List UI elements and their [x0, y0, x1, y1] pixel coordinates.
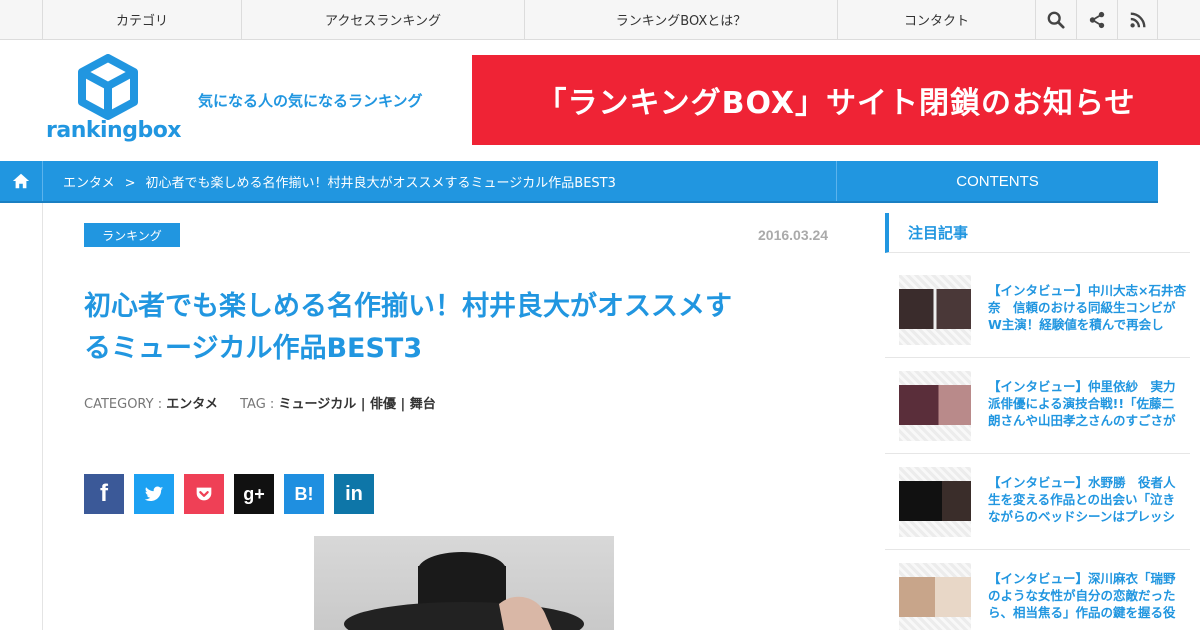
- article-thumbnail: [899, 467, 971, 537]
- article-date: 2016.03.24: [758, 227, 829, 243]
- article-thumbnail: [899, 275, 971, 345]
- sidebar-article-title: 【インタビュー】水野勝 役者人生を変える作品との出会い「泣きながらのベッドシーン…: [988, 475, 1176, 524]
- share-icon: [1089, 11, 1105, 28]
- sidebar-heading: 注目記事: [885, 213, 1190, 253]
- home-icon: [12, 173, 30, 189]
- article-photo: [314, 536, 614, 630]
- sidebar-article[interactable]: 【インタビュー】深川麻衣「瑞野のような女性が自分の恋敵だったら、相当焦る」作品の…: [885, 550, 1190, 630]
- rss-icon: [1129, 12, 1145, 28]
- rss-button[interactable]: [1117, 0, 1158, 39]
- sidebar-article[interactable]: 【インタビュー】中川大志×石井杏奈 信頼のおける同級生コンビがW主演！経験値を積…: [885, 262, 1190, 358]
- linkedin-icon: in: [345, 482, 363, 505]
- nav-item-label: ランキングBOXとは？: [615, 14, 747, 29]
- article-title: 初心者でも楽しめる名作揃い！村井良大がオススメす るミュージカル作品BEST3: [84, 286, 834, 370]
- sidebar-heading-label: 注目記事: [908, 224, 969, 242]
- sidebar-article[interactable]: 【インタビュー】水野勝 役者人生を変える作品との出会い「泣きながらのベッドシーン…: [885, 454, 1190, 550]
- category-label: CATEGORY :: [84, 397, 163, 412]
- breadcrumb-trail: エンタメ > 初心者でも楽しめる名作揃い！村井良大がオススメするミュージカル作品BE…: [63, 172, 616, 191]
- nav-item-label: コンタクト: [903, 14, 969, 29]
- nav-item-access-ranking[interactable]: アクセスランキング: [241, 0, 524, 39]
- article-thumbnail: [899, 371, 971, 441]
- sidebar-article[interactable]: 【インタビュー】仲里依紗 実力派俳優による演技合戦!!「佐藤二朗さんや山田孝之さ…: [885, 358, 1190, 454]
- tag-label: TAG :: [240, 397, 275, 412]
- share-button[interactable]: [1076, 0, 1117, 39]
- pocket-share-button[interactable]: [184, 474, 224, 514]
- contents-tab-label: CONTENTS: [956, 172, 1039, 190]
- category-link[interactable]: エンタメ: [166, 397, 218, 412]
- sidebar-article-title: 【インタビュー】中川大志×石井杏奈 信頼のおける同級生コンビがW主演！経験値を積…: [988, 283, 1186, 332]
- category-badge[interactable]: ランキング: [84, 223, 180, 247]
- breadcrumb: エンタメ > 初心者でも楽しめる名作揃い！村井良大がオススメするミュージカル作品BE…: [0, 161, 1158, 203]
- top-navigation: カテゴリ アクセスランキング ランキングBOXとは？ コンタクト: [0, 0, 1200, 40]
- breadcrumb-current: 初心者でも楽しめる名作揃い！村井良大がオススメするミュージカル作品BEST3: [145, 176, 616, 191]
- share-buttons: f g+ B! in: [84, 474, 374, 514]
- sidebar-article-title: 【インタビュー】深川麻衣「瑞野のような女性が自分の恋敵だったら、相当焦る」作品の…: [988, 571, 1176, 620]
- facebook-icon: f: [100, 480, 108, 507]
- content-divider: [42, 203, 43, 630]
- pocket-icon: [196, 487, 212, 501]
- nav-item-label: カテゴリ: [115, 14, 168, 29]
- banner-text: 「ランキングBOX」サイト閉鎖のお知らせ: [536, 86, 1136, 121]
- google-plus-share-button[interactable]: g+: [234, 474, 274, 514]
- nav-item-category[interactable]: カテゴリ: [42, 0, 241, 39]
- nav-item-contact[interactable]: コンタクト: [837, 0, 1035, 39]
- linkedin-share-button[interactable]: in: [334, 474, 374, 514]
- closure-notice-banner[interactable]: 「ランキングBOX」サイト閉鎖のお知らせ: [472, 55, 1200, 145]
- sidebar-article-title: 【インタビュー】仲里依紗 実力派俳優による演技合戦!!「佐藤二朗さんや山田孝之さ…: [988, 379, 1176, 428]
- article-title-line: 初心者でも楽しめる名作揃い！村井良大がオススメす: [84, 291, 732, 322]
- site-logo-text: rankingbox: [46, 118, 182, 143]
- nav-item-label: アクセスランキング: [325, 14, 441, 29]
- article-meta: CATEGORY : エンタメ TAG : ミュージカル | 俳優 | 舞台: [84, 393, 436, 412]
- search-icon: [1047, 11, 1065, 29]
- hatena-icon: B!: [294, 483, 314, 504]
- breadcrumb-section[interactable]: エンタメ: [63, 176, 115, 191]
- site-tagline: 気になる人の気になるランキング: [198, 92, 423, 110]
- contents-tab[interactable]: CONTENTS: [836, 161, 1158, 201]
- facebook-share-button[interactable]: f: [84, 474, 124, 514]
- hat-image: [344, 552, 584, 630]
- google-plus-icon: g+: [243, 483, 265, 504]
- twitter-share-button[interactable]: [134, 474, 174, 514]
- category-badge-label: ランキング: [102, 228, 162, 243]
- chevron-right-icon: >: [124, 176, 136, 191]
- article-thumbnail: [899, 563, 971, 630]
- nav-item-about[interactable]: ランキングBOXとは？: [524, 0, 837, 39]
- home-button[interactable]: [0, 161, 43, 201]
- twitter-icon: [144, 486, 164, 501]
- tag-links[interactable]: ミュージカル | 俳優 | 舞台: [278, 397, 435, 412]
- article-title-line: るミュージカル作品BEST3: [84, 333, 423, 364]
- search-button[interactable]: [1035, 0, 1076, 39]
- hatena-bookmark-button[interactable]: B!: [284, 474, 324, 514]
